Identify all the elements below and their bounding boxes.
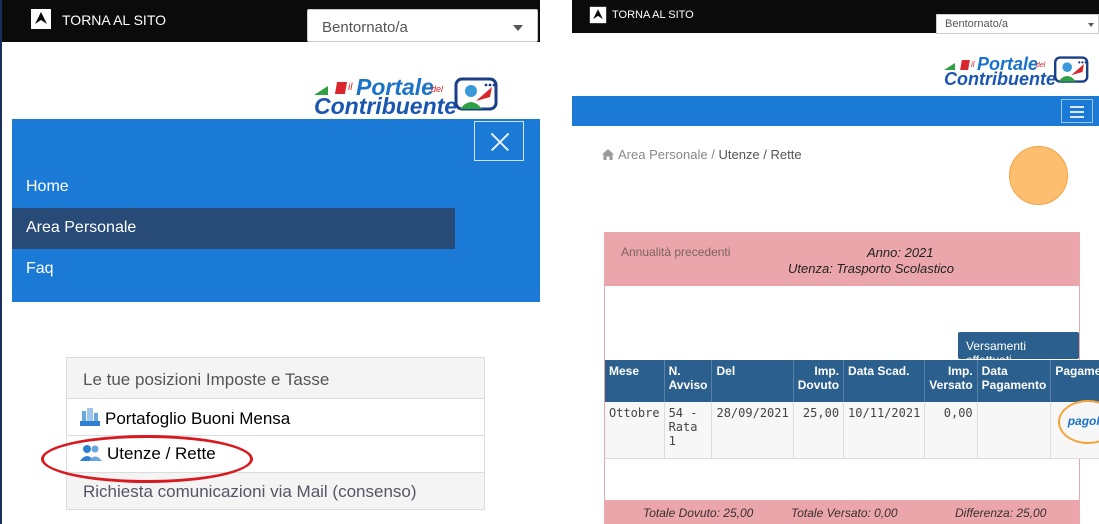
col-dovuto: Imp. Dovuto — [793, 360, 845, 402]
versamenti-button[interactable]: Versamenti effettuati — [958, 332, 1079, 367]
welcome-select[interactable]: Bentornato/a — [936, 14, 1099, 34]
top-bar: TORNA AL SITO Bentornato/a — [2, 0, 540, 42]
logo-contribuente: Contribuente — [314, 93, 458, 119]
site-back-icon[interactable] — [30, 8, 52, 30]
chevron-down-icon — [513, 25, 523, 31]
breadcrumb-current: Utenze / Rette — [718, 147, 802, 162]
col-avviso: N. Avviso — [664, 360, 713, 402]
bills-table: Mese N. Avviso Del Imp. Dovuto Data Scad… — [605, 360, 1099, 459]
cell-avviso: 54 - Rata 1 — [664, 402, 713, 459]
utenza-label: Utenza: Trasporto Scolastico — [788, 261, 954, 276]
cell-del: 28/09/2021 — [711, 402, 794, 459]
nav-item-area-personale[interactable]: Area Personale — [12, 208, 455, 249]
logo-person-icon — [454, 77, 498, 111]
right-screenshot: TORNA AL SITO Bentornato/a il Portale de… — [572, 0, 1099, 524]
list-item-buoni-mensa[interactable]: Portafoglio Buoni Mensa — [66, 398, 485, 436]
table-header-row: Mese N. Avviso Del Imp. Dovuto Data Scad… — [605, 360, 1099, 402]
logo-del: del — [1036, 62, 1046, 69]
cell-mese: Ottobre — [605, 402, 665, 459]
cell-data-pagamento — [977, 402, 1052, 459]
total-versato: Totale Versato: 0,00 — [791, 506, 898, 520]
col-del: Del — [711, 360, 794, 402]
card-header: Annualità precedenti Anno: 2021 Utenza: … — [605, 233, 1079, 286]
previous-years-link[interactable]: Annualità precedenti — [621, 245, 730, 259]
highlight-ellipse — [41, 435, 253, 483]
left-screenshot: TORNA AL SITO Bentornato/a il Portale de… — [0, 0, 540, 524]
cell-scad: 10/11/2021 — [843, 402, 926, 459]
list-item-label: Portafoglio Buoni Mensa — [105, 409, 291, 428]
portale-logo[interactable]: il Portale del Contribuente — [314, 74, 504, 119]
portale-logo[interactable]: il Portale del Contribuente — [944, 54, 1094, 92]
logo-il: il — [971, 60, 975, 69]
hamburger-menu-button[interactable] — [1061, 99, 1093, 123]
tax-positions-header: Le tue posizioni Imposte e Tasse — [66, 357, 485, 399]
col-versato: Imp. Versato — [924, 360, 978, 402]
tax-positions-list: Le tue posizioni Imposte e Tasse Portafo… — [66, 357, 485, 510]
card-totals: Totale Dovuto: 25,00 Totale Versato: 0,0… — [605, 500, 1079, 524]
cell-versato: 0,00 — [924, 402, 978, 459]
col-pagamento: Pagamento — [1050, 360, 1099, 402]
year-label: Anno: 2021 — [867, 245, 934, 260]
logo-contribuente: Contribuente — [944, 69, 1056, 89]
welcome-select[interactable]: Bentornato/a — [307, 9, 538, 42]
building-icon — [80, 408, 100, 426]
breadcrumb: Area Personale / Utenze / Rette — [602, 147, 802, 162]
site-back-icon[interactable] — [589, 6, 607, 24]
cell-dovuto: 25,00 — [793, 402, 845, 459]
bill-card: Annualità precedenti Anno: 2021 Utenza: … — [604, 232, 1099, 524]
welcome-select-value: Bentornato/a — [945, 18, 1008, 30]
nav-menu: Home Area Personale Faq — [12, 119, 540, 302]
cell-pagamento: pagoPA — [1050, 400, 1099, 459]
logo-il: il — [348, 82, 353, 93]
nav-item-home[interactable]: Home — [12, 167, 83, 208]
total-dovuto: Totale Dovuto: 25,00 — [643, 506, 754, 520]
total-differenza: Differenza: 25,00 — [955, 506, 1047, 520]
col-mese: Mese — [605, 360, 665, 402]
welcome-select-value: Bentornato/a — [322, 19, 408, 36]
top-bar: TORNA AL SITO Bentornato/a — [572, 0, 1099, 34]
logo-person-icon — [1054, 56, 1089, 83]
back-to-site-link[interactable]: TORNA AL SITO — [612, 9, 694, 21]
nav-bar — [572, 96, 1099, 126]
close-menu-button[interactable] — [474, 121, 524, 161]
col-scad: Data Scad. — [843, 360, 926, 402]
highlight-ring — [1057, 400, 1099, 444]
breadcrumb-separator: / — [707, 147, 719, 162]
pagopa-button[interactable]: pagoPA — [1057, 400, 1099, 444]
table-row: Ottobre 54 - Rata 1 28/09/2021 25,00 10/… — [605, 400, 1099, 459]
chevron-down-icon — [1088, 23, 1094, 27]
home-icon[interactable] — [602, 149, 614, 160]
breadcrumb-area-personale[interactable]: Area Personale — [618, 147, 708, 162]
col-data-pagamento: Data Pagamento — [977, 360, 1052, 402]
back-to-site-link[interactable]: TORNA AL SITO — [62, 12, 166, 28]
nav-item-faq[interactable]: Faq — [12, 249, 68, 290]
avatar[interactable] — [1009, 146, 1068, 205]
